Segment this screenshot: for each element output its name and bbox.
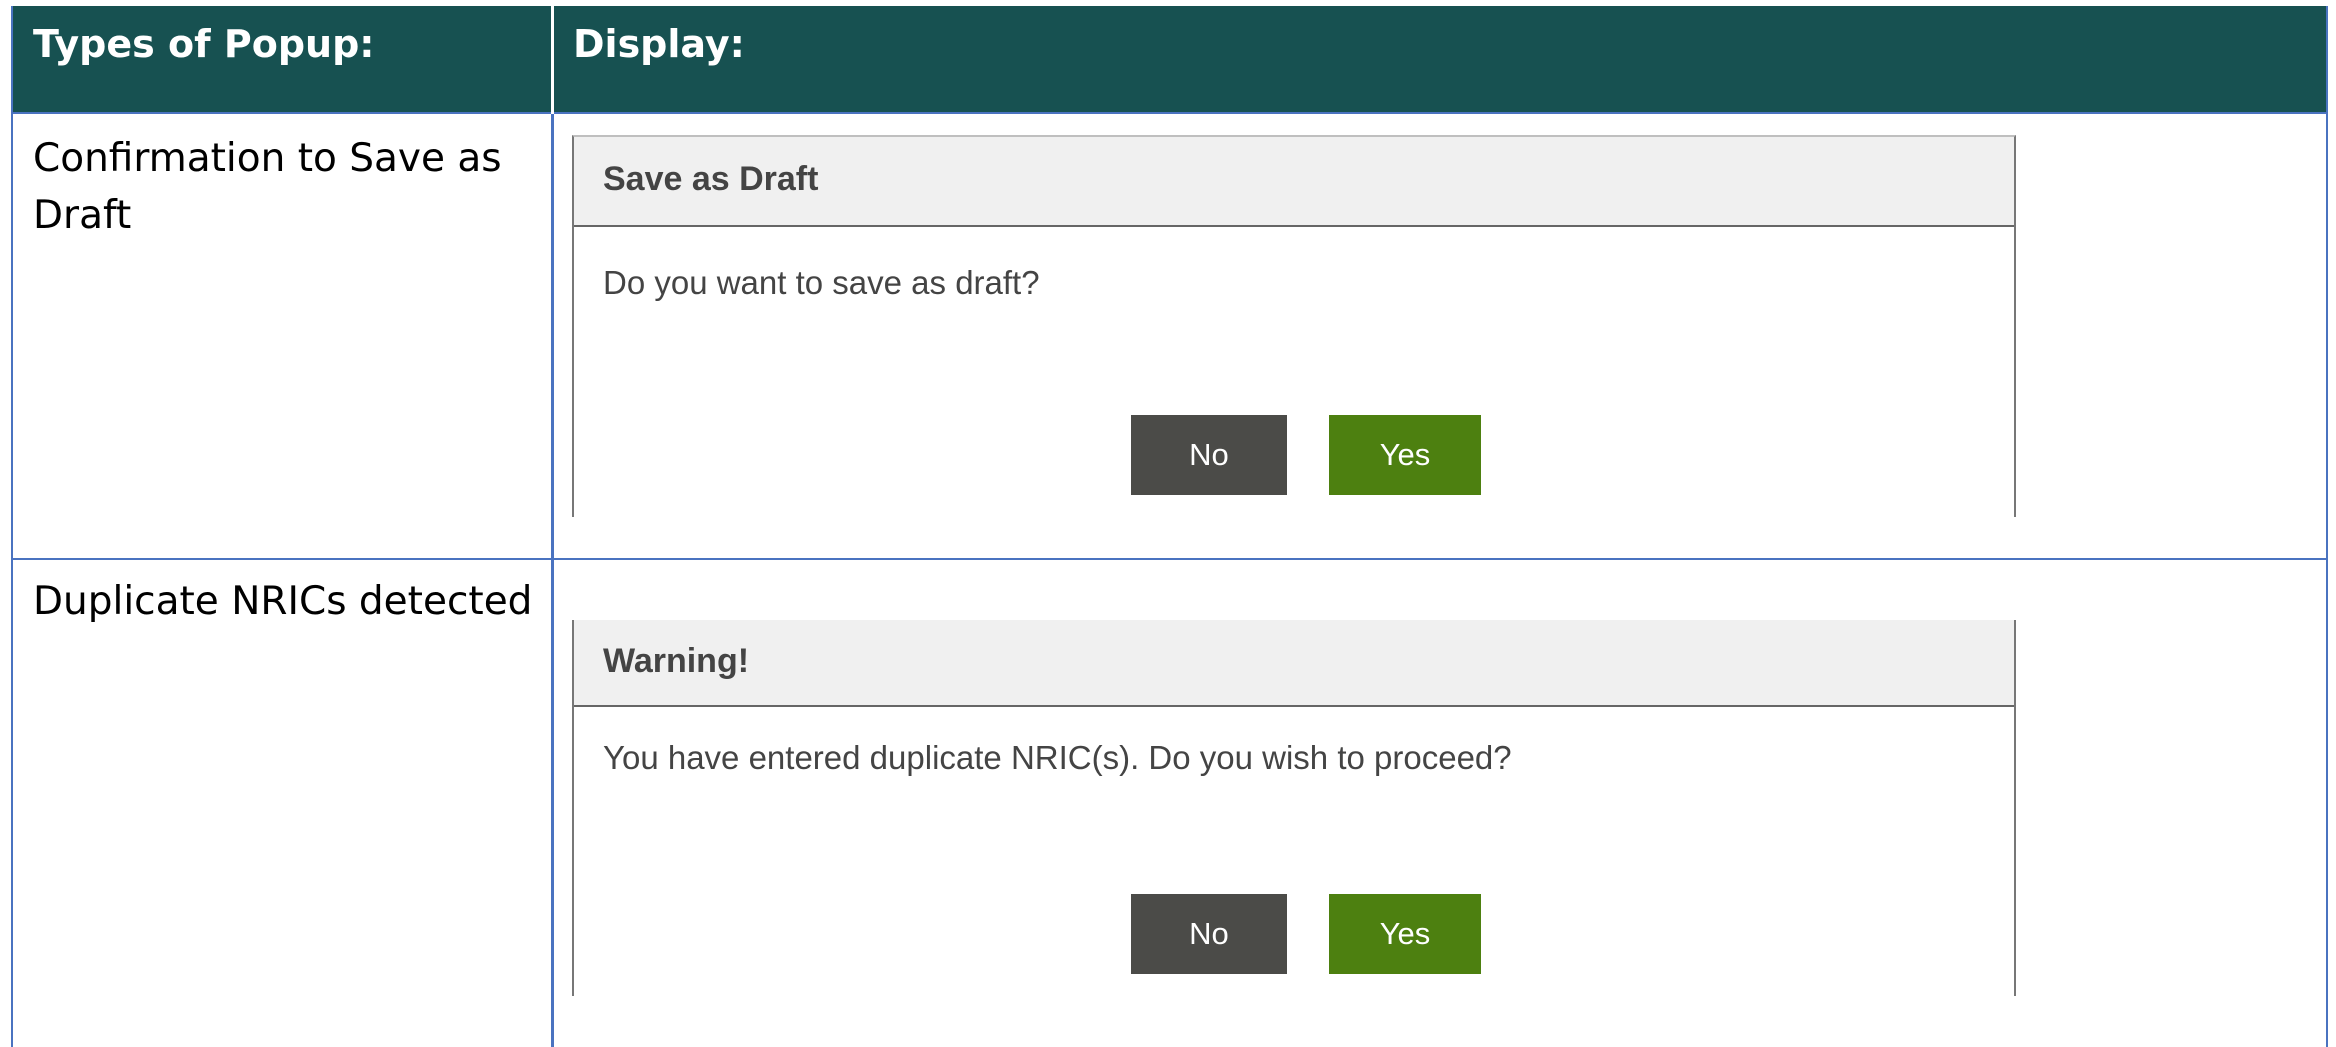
yes-button[interactable]: Yes: [1329, 415, 1481, 495]
row-divider: [13, 558, 2326, 560]
header-display: Display:: [573, 22, 745, 66]
no-button[interactable]: No: [1131, 894, 1287, 974]
save-as-draft-popup: Save as Draft Do you want to save as dra…: [572, 135, 2016, 517]
duplicate-nric-warning-popup: Warning! You have entered duplicate NRIC…: [572, 620, 2016, 996]
row-label-duplicate-nrics: Duplicate NRICs detected: [33, 579, 533, 624]
popup-header: Save as Draft: [574, 137, 2014, 227]
popup-message: You have entered duplicate NRIC(s). Do y…: [603, 739, 1512, 776]
yes-button[interactable]: Yes: [1329, 894, 1481, 974]
popup-title: Save as Draft: [603, 160, 819, 198]
column-divider: [551, 6, 554, 1047]
no-button[interactable]: No: [1131, 415, 1287, 495]
row-label-save-as-draft: Confirmation to Save as Draft: [33, 136, 502, 238]
table-header: Types of Popup: Display:: [13, 6, 2326, 114]
popup-message: Do you want to save as draft?: [603, 264, 1040, 301]
header-column-divider: [551, 6, 554, 114]
popup-header: Warning!: [574, 620, 2014, 707]
popup-title: Warning!: [603, 642, 750, 680]
header-types-of-popup: Types of Popup:: [33, 22, 375, 66]
